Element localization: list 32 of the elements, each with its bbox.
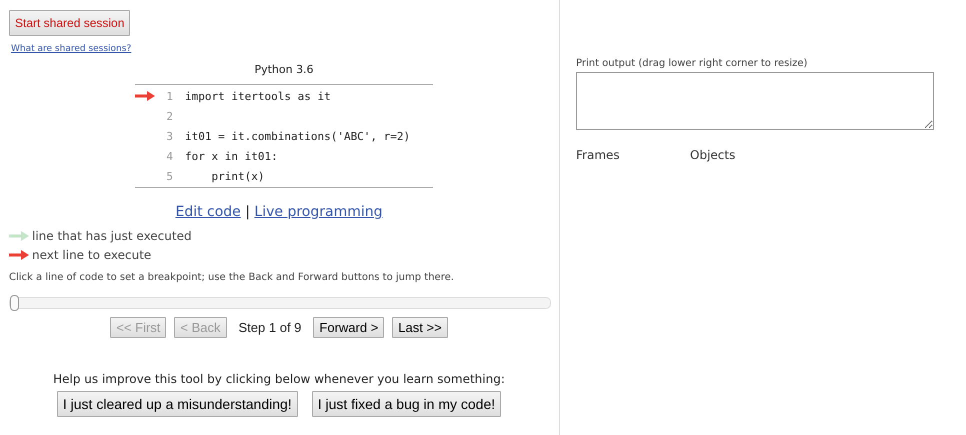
- edit-code-link[interactable]: Edit code: [175, 204, 241, 220]
- code-line[interactable]: import itertools as it: [185, 90, 331, 102]
- code-line[interactable]: it01 = it.combinations('ABC', r=2): [185, 130, 410, 142]
- line-number: 1: [165, 90, 173, 102]
- nav-button[interactable]: Forward >: [313, 317, 384, 338]
- code-line[interactable]: print(x): [185, 170, 264, 182]
- frames-heading: Frames: [576, 148, 621, 162]
- step-counter: Step 1 of 9: [238, 320, 302, 335]
- slider-handle[interactable]: [10, 295, 19, 311]
- line-number: 5: [165, 170, 173, 182]
- start-session-button[interactable]: Start shared session: [9, 10, 130, 36]
- print-output-field[interactable]: [576, 72, 934, 130]
- feedback-button[interactable]: I just cleared up a misunderstanding!: [56, 391, 298, 417]
- output-label: Print output (drag lower right corner to resize): [576, 58, 808, 69]
- arrow-icon: [9, 230, 29, 240]
- language-label: Python 3.6: [253, 63, 315, 76]
- arrow-icon: [9, 250, 29, 260]
- objects-heading: Objects: [690, 148, 736, 162]
- line-number: 2: [165, 110, 173, 122]
- live-programming-link[interactable]: Live programming: [254, 204, 383, 220]
- line-number: 3: [165, 130, 173, 142]
- breakpoint-hint: Click a line of code to set a breakpoint; use the Back and Forward buttons to jump there.: [9, 272, 455, 283]
- feedback-prompt: Help us improve this tool by clicking below whenever you learn something:: [52, 372, 506, 386]
- shared-sessions-link[interactable]: What are shared sessions?: [11, 44, 132, 54]
- code-line[interactable]: for x in it01:: [185, 150, 278, 162]
- feedback-button[interactable]: I just fixed a bug in my code!: [312, 391, 502, 417]
- legend-label: next line to execute: [32, 248, 152, 262]
- legend-label: line that has just executed: [32, 228, 192, 242]
- step-slider[interactable]: [9, 297, 551, 309]
- separator: |: [245, 204, 250, 220]
- nav-button[interactable]: Last >>: [392, 317, 448, 338]
- line-number: 4: [165, 150, 173, 162]
